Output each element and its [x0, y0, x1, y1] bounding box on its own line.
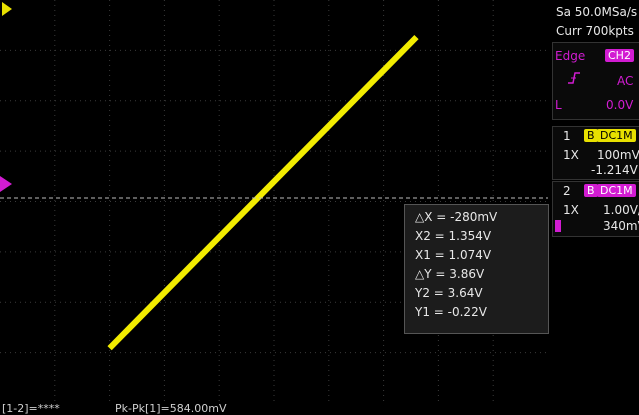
channel2-probe: 1X — [563, 203, 579, 217]
trigger-panel[interactable]: Edge CH2 AC L 0.0V — [552, 42, 639, 120]
channel1-offset: -1.214V — [591, 163, 638, 177]
cursor-x1: X1 = 1.074V — [415, 248, 492, 262]
channel2-scale: 1.00V/ — [603, 203, 639, 217]
channel1-bw-badge: B — [584, 129, 598, 142]
channel1-coupling-badge: DC1M — [597, 129, 636, 142]
trigger-source-badge: CH2 — [605, 49, 634, 62]
channel1-scale: 100mV/ — [597, 148, 639, 162]
trigger-level-value: 0.0V — [606, 98, 634, 112]
channel2-number: 2 — [563, 184, 571, 198]
measurement-pkpk: Pk-Pk[1]=584.00mV — [115, 402, 227, 415]
waveform-area[interactable] — [0, 0, 548, 403]
cursor-delta-y: △Y = 3.86V — [415, 267, 485, 281]
channel2-panel[interactable]: 2 B DC1M 1X 1.00V/ 340mV — [552, 181, 639, 237]
channel2-marker-icon — [555, 220, 561, 232]
trigger-type: Edge — [555, 49, 586, 63]
cursor-delta-x: △X = -280mV — [415, 210, 498, 224]
cursor-x2: X2 = 1.354V — [415, 229, 492, 243]
xy-plot — [0, 0, 548, 403]
rising-edge-icon — [567, 71, 581, 89]
trigger-level-label: L — [555, 98, 562, 112]
memory-depth: Curr 700kpts — [556, 24, 634, 38]
channel1-panel[interactable]: 1 B DC1M 1X 100mV/ -1.214V — [552, 126, 639, 180]
channel1-number: 1 — [563, 129, 571, 143]
cursor-y2: Y2 = 3.64V — [415, 286, 483, 300]
oscilloscope-screen: Sa 50.0MSa/s Curr 700kpts Edge CH2 AC L … — [0, 0, 639, 415]
channel2-offset: 340mV — [603, 219, 639, 233]
cursor-y1: Y1 = -0.22V — [415, 305, 487, 319]
channel1-probe: 1X — [563, 148, 579, 162]
measurement-math: [1-2]=**** — [2, 402, 60, 415]
sample-rate: Sa 50.0MSa/s — [556, 5, 638, 19]
trigger-coupling: AC — [617, 74, 634, 88]
channel2-bw-badge: B — [584, 184, 598, 197]
channel2-coupling-badge: DC1M — [597, 184, 636, 197]
cursor-readout-box[interactable]: △X = -280mV X2 = 1.354V X1 = 1.074V △Y =… — [404, 204, 549, 334]
